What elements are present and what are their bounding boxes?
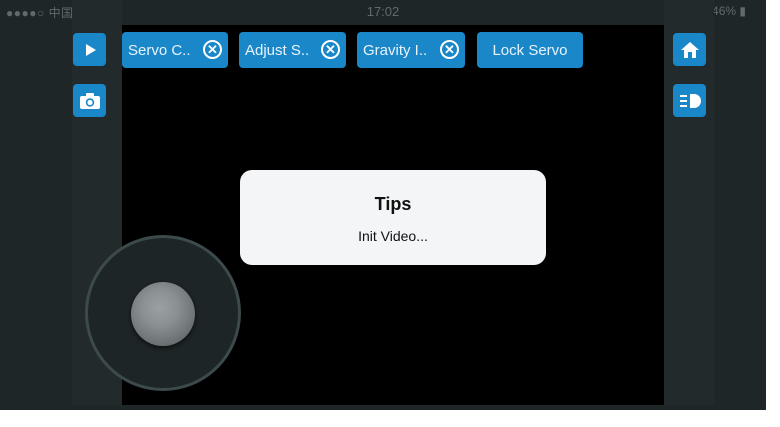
app-screen: ●●●●○ 中国联通 ᯤ 17:02 ✱ ➚ ● 46% ▮ Servo C..… <box>0 0 766 410</box>
close-circle-icon[interactable]: ✕ <box>321 40 340 59</box>
play-icon <box>85 43 96 56</box>
camera-button[interactable] <box>73 84 106 117</box>
tab-label: Gravity I.. <box>363 41 428 59</box>
joystick-knob[interactable] <box>131 282 195 346</box>
tab-label: Adjust S.. <box>245 41 310 59</box>
play-button[interactable] <box>73 33 106 66</box>
headlight-icon <box>679 93 701 108</box>
tab-gravity-induction[interactable]: Gravity I.. ✕ <box>357 32 465 68</box>
home-icon <box>680 41 699 58</box>
home-button[interactable] <box>673 33 706 66</box>
headlight-button[interactable] <box>673 84 706 117</box>
camera-icon <box>79 92 100 109</box>
dialog-title: Tips <box>374 194 412 214</box>
tab-servo-control[interactable]: Servo C.. ✕ <box>122 32 228 68</box>
lock-servo-button[interactable]: Lock Servo <box>477 32 583 68</box>
close-circle-icon[interactable]: ✕ <box>203 40 222 59</box>
tab-adjust-servo[interactable]: Adjust S.. ✕ <box>239 32 346 68</box>
close-circle-icon[interactable]: ✕ <box>440 40 459 59</box>
tips-dialog: Tips Init Video... <box>240 170 546 265</box>
tab-label: Lock Servo <box>492 41 568 59</box>
tab-label: Servo C.. <box>128 41 191 59</box>
dialog-message: Init Video... <box>358 228 428 244</box>
